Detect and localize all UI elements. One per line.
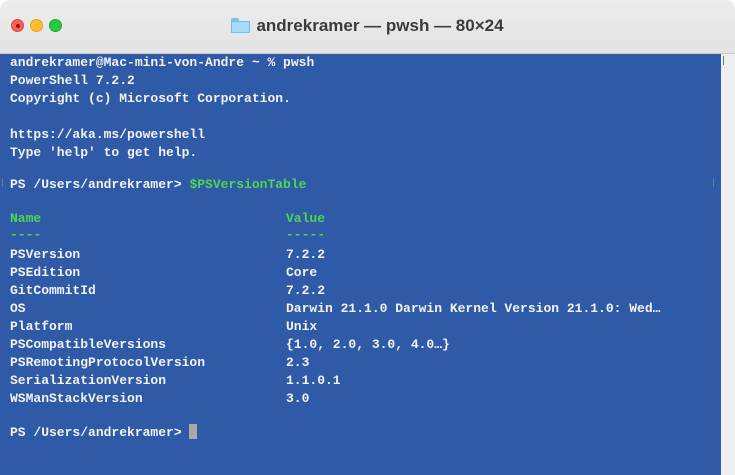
- prompt: PS /Users/andrekramer>: [10, 177, 190, 192]
- window-title: andrekramer — pwsh — 80×24: [256, 16, 504, 35]
- prompt: PS /Users/andrekramer>: [10, 425, 190, 440]
- table-header-underline: ---- -----: [10, 226, 325, 244]
- command-line: PS /Users/andrekramer>: [10, 424, 198, 442]
- header-name: Name: [10, 211, 42, 226]
- row-name: SerializationVersion: [10, 373, 167, 388]
- underline-name: ----: [10, 227, 42, 242]
- terminal-line: andrekramer@Mac-mini-von-Andre ~ % pwsh: [10, 55, 315, 70]
- command-line: PS /Users/andrekramer> $PSVersionTable: [10, 176, 306, 194]
- row-value: Darwin 21.1.0 Darwin Kernel Version 21.1…: [286, 301, 661, 316]
- line-marker: [723, 56, 724, 65]
- scrollbar-track[interactable]: [721, 54, 735, 475]
- line-marker: [713, 178, 714, 187]
- row-value: 7.2.2: [286, 247, 326, 262]
- line-marker: [2, 178, 3, 187]
- terminal-line: Type 'help' to get help.: [10, 145, 198, 160]
- row-name: Platform: [10, 319, 73, 334]
- terminal-content[interactable]: andrekramer@Mac-mini-von-Andre ~ % pwsh …: [0, 54, 721, 475]
- row-value: {1.0, 2.0, 3.0, 4.0…}: [286, 337, 450, 352]
- row-name: PSCompatibleVersions: [10, 337, 167, 352]
- terminal-line: Copyright (c) Microsoft Corporation.: [10, 91, 291, 106]
- terminal-window: andrekramer — pwsh — 80×24 andrekramer@M…: [0, 0, 735, 475]
- row-name: OS: [10, 301, 26, 316]
- table-row: PSEdition Core: [10, 264, 317, 282]
- table-row: OS Darwin 21.1.0 Darwin Kernel Version 21…: [10, 300, 660, 318]
- row-name: GitCommitId: [10, 283, 96, 298]
- table-row: GitCommitId 7.2.2: [10, 282, 325, 300]
- row-value: 2.3: [286, 355, 310, 370]
- table-row: Platform Unix: [10, 318, 317, 336]
- row-value: Unix: [286, 319, 318, 334]
- underline-value: -----: [286, 227, 326, 242]
- row-value: Core: [286, 265, 318, 280]
- table-row: PSVersion 7.2.2: [10, 246, 325, 264]
- row-value: 7.2.2: [286, 283, 326, 298]
- command-text: $PSVersionTable: [189, 177, 307, 192]
- table-row: PSCompatibleVersions {1.0, 2.0, 3.0, 4.0……: [10, 336, 450, 354]
- text-cursor: [189, 424, 198, 439]
- table-row: PSRemotingProtocolVersion 2.3: [10, 354, 309, 372]
- row-value: 1.1.0.1: [286, 373, 341, 388]
- table-row: SerializationVersion 1.1.0.1: [10, 372, 341, 390]
- folder-icon: [231, 18, 251, 33]
- row-name: PSEdition: [10, 265, 81, 280]
- row-value: 3.0: [286, 391, 310, 406]
- table-row: WSManStackVersion 3.0: [10, 390, 309, 408]
- row-name: PSVersion: [10, 247, 81, 262]
- row-name: PSRemotingProtocolVersion: [10, 355, 206, 370]
- row-name: WSManStackVersion: [10, 391, 143, 406]
- window-title-area: andrekramer — pwsh — 80×24: [0, 14, 735, 38]
- title-bar[interactable]: andrekramer — pwsh — 80×24: [0, 0, 735, 54]
- terminal-line: PowerShell 7.2.2: [10, 73, 135, 88]
- terminal-line: https://aka.ms/powershell: [10, 127, 206, 142]
